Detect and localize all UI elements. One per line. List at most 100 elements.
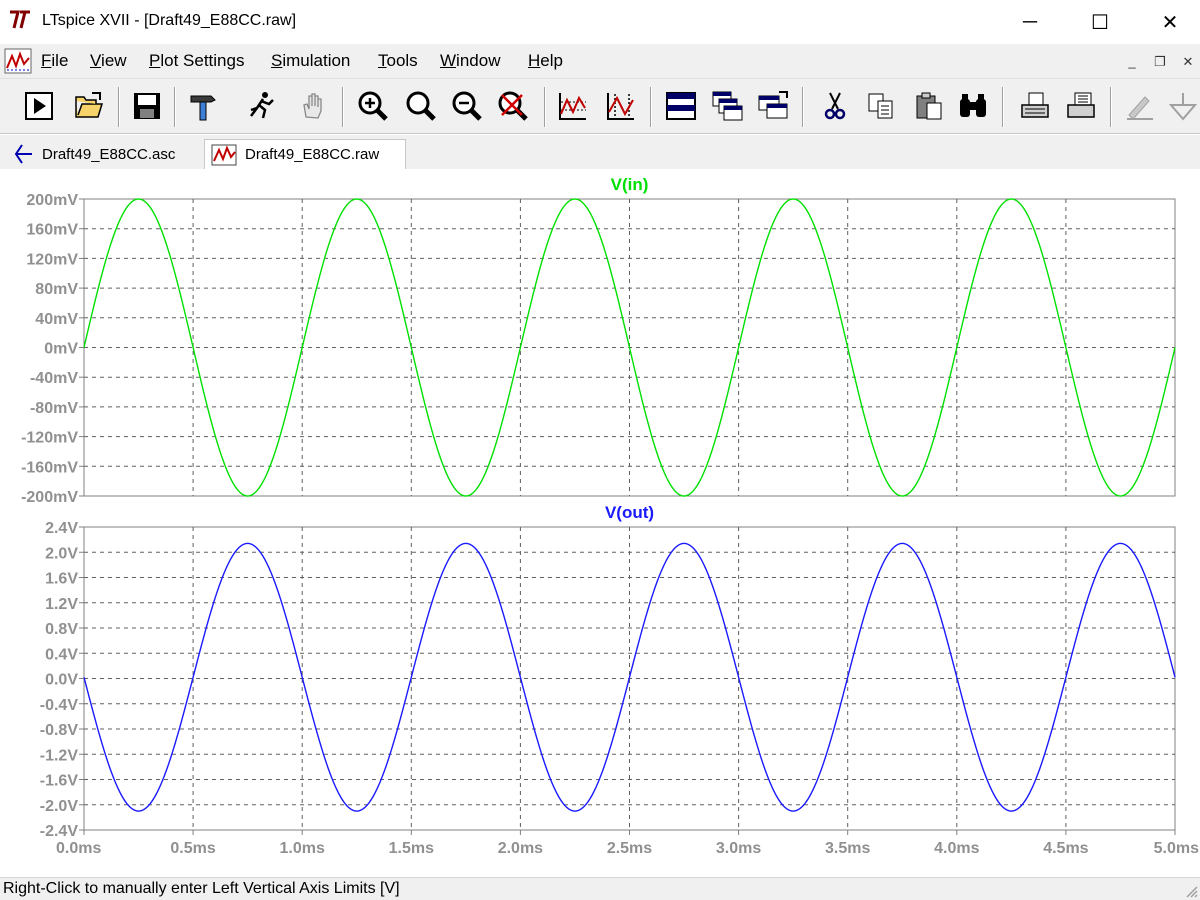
toolbar-separator	[118, 87, 120, 127]
vout-y-tick-label: -1.2V	[40, 747, 79, 764]
zoom-in-icon	[358, 91, 388, 121]
vin-y-tick-label: 160mV	[26, 222, 78, 239]
tile-horizontal-button[interactable]	[664, 89, 698, 123]
print-icon	[1067, 92, 1095, 118]
hammer-icon	[190, 95, 216, 121]
menu-window[interactable]: Window	[440, 51, 500, 71]
run-button[interactable]	[22, 89, 56, 123]
close-icon: ✕	[1161, 11, 1179, 34]
x-tick-label: 0.5ms	[170, 840, 215, 857]
vout-y-tick-label: -2.0V	[40, 798, 79, 815]
toolbar-separator	[174, 87, 176, 127]
waveform-viewer[interactable]: 200mV 160mV 120mV 80mV 40mV 0mV -40mV -80mV -120…	[0, 169, 1200, 877]
tile-vertical-button[interactable]	[756, 89, 790, 123]
zoom-out-button[interactable]	[450, 89, 484, 123]
vout-y-tick-label: 0.4V	[45, 646, 78, 663]
open-button[interactable]	[72, 89, 106, 123]
mdi-close-button[interactable]: ✕	[1176, 51, 1200, 73]
resize-grip-icon[interactable]	[1184, 884, 1198, 898]
waveform-plot[interactable]: 200mV 160mV 120mV 80mV 40mV 0mV -40mV -80mV -120…	[0, 169, 1200, 877]
minimize-button[interactable]: ─	[1000, 0, 1060, 44]
open-folder-icon	[75, 92, 104, 118]
waveform-icon	[211, 144, 237, 165]
zoom-cancel-icon	[498, 91, 528, 121]
copy-button[interactable]	[864, 89, 898, 123]
find-button[interactable]	[956, 89, 990, 123]
vin-y-tick-label: 40mV	[35, 311, 78, 328]
cut-button[interactable]	[818, 89, 852, 123]
vout-y-tick-label: 2.4V	[45, 520, 78, 537]
x-tick-label: 3.0ms	[716, 840, 761, 857]
run-icon	[25, 92, 53, 120]
vin-y-tick-label: -40mV	[30, 370, 78, 387]
cursor-measure-button[interactable]	[604, 89, 638, 123]
tab-waveform[interactable]: Draft49_E88CC.raw	[204, 139, 406, 169]
zoom-out-icon	[452, 91, 482, 121]
menu-file[interactable]: File	[41, 51, 68, 71]
vin-trace-title: V(in)	[611, 175, 649, 194]
paste-button[interactable]	[912, 89, 946, 123]
menu-bar: File View Plot Settings Simulation Tools…	[0, 44, 1200, 78]
menu-tools[interactable]: Tools	[378, 51, 418, 71]
ltspice-app-icon	[10, 10, 30, 29]
tile-vertical-icon	[758, 91, 788, 119]
autorange-icon	[559, 93, 586, 120]
maximize-button[interactable]: ☐	[1070, 0, 1130, 44]
cascade-icon	[712, 91, 743, 121]
hammer-button[interactable]	[186, 89, 220, 123]
menu-help[interactable]: Help	[528, 51, 563, 71]
paste-icon	[916, 92, 942, 120]
cascade-button[interactable]	[710, 89, 744, 123]
status-bar: Right-Click to manually enter Left Verti…	[0, 877, 1200, 900]
vout-y-tick-label: -2.4V	[40, 823, 79, 840]
autorange-button[interactable]	[556, 89, 590, 123]
draw-line-button[interactable]	[1122, 89, 1156, 123]
zoom-area-icon	[406, 91, 436, 121]
menu-plot-settings[interactable]: Plot Settings	[149, 51, 244, 71]
vout-y-tick-label: 0.8V	[45, 621, 78, 638]
x-tick-label: 1.0ms	[280, 840, 325, 857]
print-preview-button[interactable]	[1018, 89, 1052, 123]
vout-y-tick-label: 0.0V	[45, 672, 78, 689]
run-probe-icon	[250, 92, 274, 119]
print-button[interactable]	[1064, 89, 1098, 123]
mdi-minimize-button[interactable]: _	[1120, 51, 1144, 73]
menu-view[interactable]: View	[90, 51, 127, 71]
zoom-area-button[interactable]	[404, 89, 438, 123]
tab-schematic[interactable]: Draft49_E88CC.asc	[2, 139, 202, 169]
find-icon	[960, 94, 986, 117]
minimize-icon: ─	[1022, 10, 1038, 33]
menu-simulation[interactable]: Simulation	[271, 51, 350, 71]
ground-button[interactable]	[1166, 89, 1200, 123]
title-bar: LTspice XVII - [Draft49_E88CC.raw] ─ ☐ ✕	[0, 0, 1200, 44]
toolbar	[0, 78, 1200, 134]
vin-y-tick-label: 0mV	[44, 341, 78, 358]
vout-y-tick-label: -1.6V	[40, 773, 79, 790]
vout-y-tick-label: 1.2V	[45, 596, 78, 613]
x-tick-label: 5.0ms	[1154, 840, 1199, 857]
cursor-measure-icon	[607, 93, 634, 120]
cut-icon	[824, 92, 846, 120]
x-tick-label: 4.0ms	[934, 840, 979, 857]
copy-icon	[868, 93, 893, 119]
vout-y-tick-label: -0.8V	[40, 722, 79, 739]
zoom-in-button[interactable]	[356, 89, 390, 123]
vin-y-tick-label: 80mV	[35, 281, 78, 298]
pan-button[interactable]	[296, 89, 330, 123]
document-tab-bar: Draft49_E88CC.asc Draft49_E88CC.raw	[0, 135, 1200, 169]
pan-hand-icon	[303, 93, 322, 119]
close-button[interactable]: ✕	[1140, 0, 1200, 44]
tab-label: Draft49_E88CC.asc	[42, 145, 176, 163]
x-tick-label: 4.5ms	[1043, 840, 1088, 857]
x-tick-label: 0.0ms	[56, 840, 101, 857]
status-text: Right-Click to manually enter Left Verti…	[3, 880, 400, 897]
waveform-doc-icon[interactable]	[4, 48, 32, 74]
zoom-cancel-button[interactable]	[496, 89, 530, 123]
save-button[interactable]	[130, 89, 164, 123]
x-tick-label: 2.0ms	[498, 840, 543, 857]
probe-button[interactable]	[244, 89, 278, 123]
vout-y-tick-label: 2.0V	[45, 545, 78, 562]
save-icon	[134, 93, 160, 119]
mdi-restore-button[interactable]: ❐	[1148, 51, 1172, 73]
vin-y-tick-label: -80mV	[30, 400, 78, 417]
